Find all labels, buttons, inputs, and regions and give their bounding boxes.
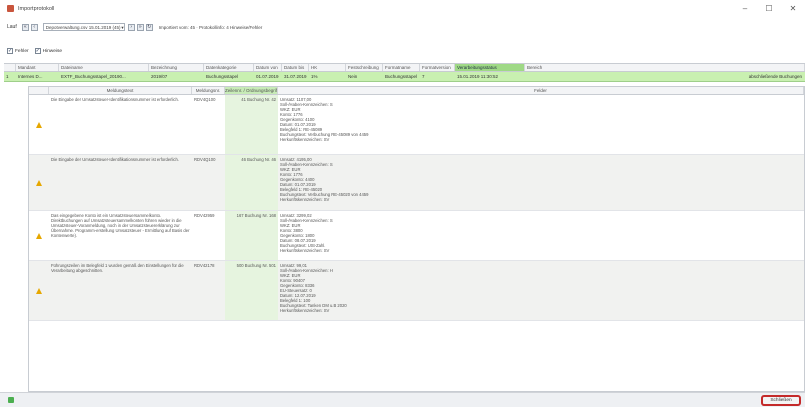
- messages-table: Meldungstext Meldungsnr. Zeilennr. / Ord…: [28, 86, 805, 392]
- grid-header: Mandant Dateiname Bezeichnung Datenkateg…: [4, 64, 805, 72]
- list-item[interactable]: Die Eingabe der Umsatzsteuer-Identifikat…: [29, 95, 804, 155]
- cell: Nein: [348, 74, 358, 79]
- list-item[interactable]: Führungszeilen im Belegfeld 1 wurden gem…: [29, 261, 804, 321]
- column-header[interactable]: Felder: [278, 87, 804, 94]
- lauf-value: Depotverwaltung.csv 15.01.2019 (45): [45, 24, 121, 30]
- column-header[interactable]: Datum bis: [282, 64, 309, 71]
- minimize-button[interactable]: –: [733, 0, 757, 17]
- import-grid: Mandant Dateiname Bezeichnung Datenkateg…: [4, 63, 805, 82]
- status-ok-icon: [8, 397, 14, 403]
- column-header[interactable]: Datum von: [254, 64, 282, 71]
- checkbox-checked-icon[interactable]: ✓: [34, 48, 41, 54]
- message-ref: 41 Buchung Nr. 42: [225, 95, 278, 154]
- checkbox-checked-icon[interactable]: ✓: [7, 48, 13, 54]
- message-fields: Umsatz: 1107,00 Soll-/Haben-Kennzeichen:…: [280, 97, 369, 142]
- filter-label: Fehler: [15, 48, 29, 54]
- column-header[interactable]: Festschreibung: [346, 64, 383, 71]
- column-header[interactable]: Datenkategorie: [204, 64, 254, 71]
- message-ref: 500 Buchung Nr. 501: [225, 261, 278, 320]
- app-icon: [7, 5, 14, 12]
- lauf-label: Lauf: [7, 24, 17, 30]
- message-fields: Umsatz: 99,01 Soll-/Haben-Kennzeichen: H…: [280, 263, 347, 313]
- row-warning-count: 1: [6, 74, 9, 79]
- warning-icon: [29, 261, 49, 320]
- cell: abschließende Buchungen: [748, 74, 802, 79]
- message-text: Die Eingabe der Umsatzsteuer-Identifikat…: [51, 157, 180, 162]
- message-text: Führungszeilen im Belegfeld 1 wurden gem…: [51, 263, 184, 273]
- first-run-icon[interactable]: «: [21, 23, 29, 31]
- column-header[interactable]: Mandant: [16, 64, 59, 71]
- cell: 01.07.2019: [256, 74, 279, 79]
- cell: 1%: [311, 74, 318, 79]
- prev-run-icon[interactable]: ‹: [30, 23, 38, 31]
- messages-header: Meldungstext Meldungsnr. Zeilennr. / Ord…: [29, 87, 804, 95]
- cell: 2019/07: [151, 74, 168, 79]
- column-header[interactable]: Bereich: [525, 64, 805, 71]
- filter-bar: ✓ Fehler ✓ Hinweise: [7, 47, 62, 55]
- lauf-select[interactable]: Depotverwaltung.csv 15.01.2019 (45) ▼: [42, 23, 125, 31]
- cell: Buchungsstapel: [206, 74, 239, 79]
- next-run-icon[interactable]: ›: [127, 23, 135, 31]
- message-code: RDV42178: [194, 263, 215, 268]
- message-ref: 167 Buchung Nr. 168: [225, 211, 278, 260]
- message-code: RDV42959: [194, 213, 215, 218]
- list-item[interactable]: Das eingegebene Konto ist ein Umsatzsteu…: [29, 211, 804, 261]
- message-text: Die Eingabe der Umsatzsteuer-Identifikat…: [51, 97, 180, 102]
- close-window-button[interactable]: ✕: [781, 0, 805, 17]
- filter-label: Hinweise: [42, 48, 63, 54]
- column-header[interactable]: Zeilennr. / Ordnungsbegriff: [225, 87, 278, 94]
- cell: Buchungsstapel: [385, 74, 418, 79]
- table-row[interactable]: 1 Internes D... EXTF_Buchungsstapel_2019…: [4, 72, 805, 82]
- message-fields: Umsatz: 4195,00 Soll-/Haben-Kennzeichen:…: [280, 157, 369, 202]
- cell: Internes D...: [18, 74, 43, 79]
- cell: EXTF_Buchungsstapel_20190...: [61, 74, 126, 79]
- last-run-icon[interactable]: »: [136, 23, 144, 31]
- title-bar: Importprotokoll – ☐ ✕: [0, 0, 805, 17]
- toolbar: Lauf « ‹ Depotverwaltung.csv 15.01.2019 …: [0, 21, 805, 33]
- column-header[interactable]: Bezeichnung: [149, 64, 204, 71]
- cell: 7: [422, 74, 425, 79]
- column-header: [4, 64, 16, 71]
- cell: 31.07.2019: [284, 74, 307, 79]
- column-header[interactable]: Meldungsnr.: [192, 87, 225, 94]
- message-code: RDV4Q100: [194, 157, 216, 162]
- list-item[interactable]: Die Eingabe der Umsatzsteuer-Identifikat…: [29, 155, 804, 211]
- import-summary: Importiert vom: 45 · Protokollinfo: 4 Hi…: [158, 24, 263, 30]
- message-text: Das eingegebene Konto ist ein Umsatzsteu…: [51, 213, 190, 238]
- warning-icon: [29, 155, 49, 210]
- refresh-icon[interactable]: ↻: [145, 23, 153, 31]
- close-button[interactable]: Schließen: [761, 395, 801, 406]
- chevron-down-icon: ▼: [120, 24, 125, 30]
- column-header: [29, 87, 49, 94]
- column-header[interactable]: Formatversion: [420, 64, 455, 71]
- message-ref: 46 Buchung Nr. 46: [225, 155, 278, 210]
- window-title: Importprotokoll: [18, 5, 55, 12]
- filter-fehler[interactable]: ✓ Fehler: [7, 48, 29, 54]
- column-header[interactable]: Formatname: [383, 64, 420, 71]
- warning-icon: [29, 211, 49, 260]
- column-header[interactable]: Dateiname: [59, 64, 149, 71]
- filter-hinweise[interactable]: ✓ Hinweise: [34, 48, 63, 54]
- message-code: RDV4Q100: [194, 97, 216, 102]
- status-bar: Schließen: [0, 392, 805, 407]
- maximize-button[interactable]: ☐: [757, 0, 781, 17]
- column-header[interactable]: Meldungstext: [49, 87, 192, 94]
- column-header[interactable]: HK: [309, 64, 346, 71]
- warning-icon: [29, 95, 49, 154]
- column-header-selected[interactable]: Verarbeitungsstatus: [455, 64, 525, 71]
- window-controls: – ☐ ✕: [733, 0, 805, 17]
- message-fields: Umsatz: 3299,02 Soll-/Haben-Kennzeichen:…: [280, 213, 333, 253]
- cell: 15.01.2019 11:30:52: [457, 74, 498, 79]
